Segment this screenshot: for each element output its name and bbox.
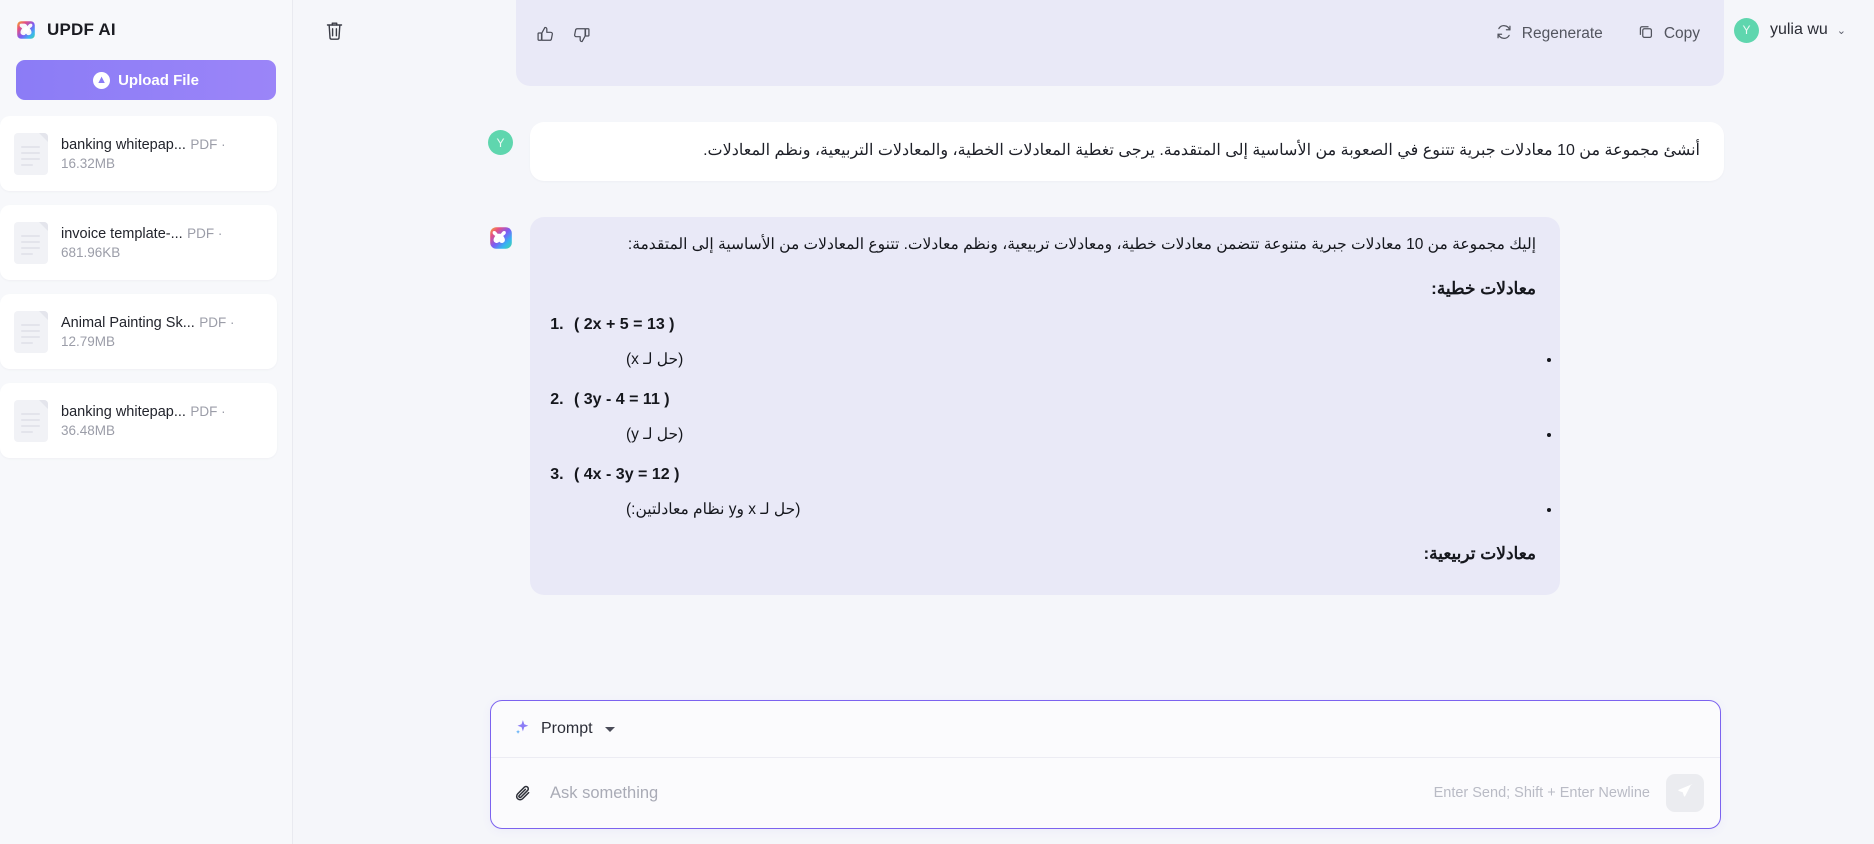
file-name: Animal Painting Sk...	[61, 314, 195, 331]
file-name: invoice template-...	[61, 225, 183, 242]
list-item: (حل لـ x وy نظام معادلتين:)	[620, 497, 1536, 523]
file-list: banking whitepap... PDF · 16.32MB invoic…	[0, 116, 292, 844]
brand-header: UPDF AI	[0, 0, 292, 60]
updf-clover-logo-icon	[16, 20, 36, 40]
send-paper-plane-icon	[1676, 781, 1695, 805]
equation-list: ( 2x + 5 = 13 ) (حل لـ x) ( 3y - 4 = 11 …	[554, 312, 1536, 523]
section-heading: معادلات تربيعية:	[1423, 544, 1536, 563]
paperclip-icon[interactable]	[513, 783, 534, 804]
app-root: UPDF AI ▲ Upload File banking whitepap..…	[0, 0, 1874, 844]
upload-arrow-icon: ▲	[93, 71, 111, 89]
ai-intro-text: إليك مجموعة من 10 معادلات جبرية متنوعة ت…	[627, 236, 1536, 253]
list-item[interactable]: invoice template-... PDF · 681.96KB	[0, 205, 277, 280]
chat-scroll-area[interactable]: Regenerate Copy Y أنشئ مجموعة من 10 معاد…	[293, 0, 1874, 680]
pdf-file-icon	[14, 221, 48, 264]
list-item: (حل لـ x)	[620, 347, 1536, 373]
user-message-text: أنشئ مجموعة من 10 معادلات جبرية تتنوع في…	[530, 122, 1724, 181]
list-item: ( 3y - 4 = 11 ) (حل لـ y)	[568, 387, 1536, 448]
send-button[interactable]	[1666, 774, 1704, 812]
main-panel: Y yulia wu ⌄ Regenerate Copy Y أنشئ مجمو…	[293, 0, 1874, 844]
ai-message-row: إليك مجموعة من 10 معادلات جبرية متنوعة ت…	[488, 217, 1724, 595]
sparkle-icon	[513, 718, 531, 741]
avatar: Y	[1733, 17, 1759, 43]
brand-title: UPDF AI	[47, 20, 116, 39]
prompt-composer: Prompt Enter Send; Shift + Enter Newline	[490, 700, 1721, 829]
upload-file-button[interactable]: ▲ Upload File	[16, 60, 276, 100]
list-item: (حل لـ y)	[620, 422, 1536, 448]
file-name: banking whitepap...	[61, 403, 186, 420]
pdf-file-icon	[14, 132, 48, 175]
list-item: ( 4x - 3y = 12 ) (حل لـ x وy نظام معادلت…	[568, 462, 1536, 523]
pdf-file-icon	[14, 399, 48, 442]
chevron-down-icon: ⌄	[1836, 24, 1846, 37]
user-menu[interactable]: Y yulia wu ⌄	[1733, 17, 1850, 43]
equation-text: ( 4x - 3y = 12 )	[574, 466, 680, 483]
prompt-input-row: Enter Send; Shift + Enter Newline	[491, 758, 1720, 828]
equation-note-list: (حل لـ y)	[620, 422, 1536, 448]
sidebar: UPDF AI ▲ Upload File banking whitepap..…	[0, 0, 293, 844]
section-heading: معادلات خطية:	[1431, 279, 1536, 298]
list-item[interactable]: banking whitepap... PDF · 36.48MB	[0, 383, 277, 458]
search-input[interactable]	[550, 783, 1418, 803]
equation-note-list: (حل لـ x وy نظام معادلتين:)	[620, 497, 1536, 523]
equation-text: ( 2x + 5 = 13 )	[574, 316, 675, 333]
avatar: Y	[488, 130, 513, 155]
updf-ai-clover-icon	[488, 225, 513, 250]
top-bar: Y yulia wu ⌄	[293, 0, 1874, 60]
ai-message-bubble: إليك مجموعة من 10 معادلات جبرية متنوعة ت…	[530, 217, 1560, 595]
trash-icon[interactable]	[319, 15, 349, 45]
user-message-row: Y أنشئ مجموعة من 10 معادلات جبرية تتنوع …	[488, 122, 1724, 181]
keyboard-hint: Enter Send; Shift + Enter Newline	[1433, 785, 1650, 801]
equation-note-list: (حل لـ x)	[620, 347, 1536, 373]
upload-file-label: Upload File	[118, 71, 199, 89]
list-item[interactable]: Animal Painting Sk... PDF · 12.79MB	[0, 294, 277, 369]
prompt-mode-label: Prompt	[541, 720, 593, 737]
prompt-mode-selector[interactable]: Prompt	[513, 718, 615, 741]
file-name: banking whitepap...	[61, 136, 186, 153]
pdf-file-icon	[14, 310, 48, 353]
list-item[interactable]: banking whitepap... PDF · 16.32MB	[0, 116, 277, 191]
prompt-header: Prompt	[491, 701, 1720, 758]
user-name: yulia wu	[1769, 21, 1828, 38]
triangle-down-icon	[604, 726, 615, 732]
list-item: ( 2x + 5 = 13 ) (حل لـ x)	[568, 312, 1536, 373]
equation-text: ( 3y - 4 = 11 )	[574, 391, 670, 408]
